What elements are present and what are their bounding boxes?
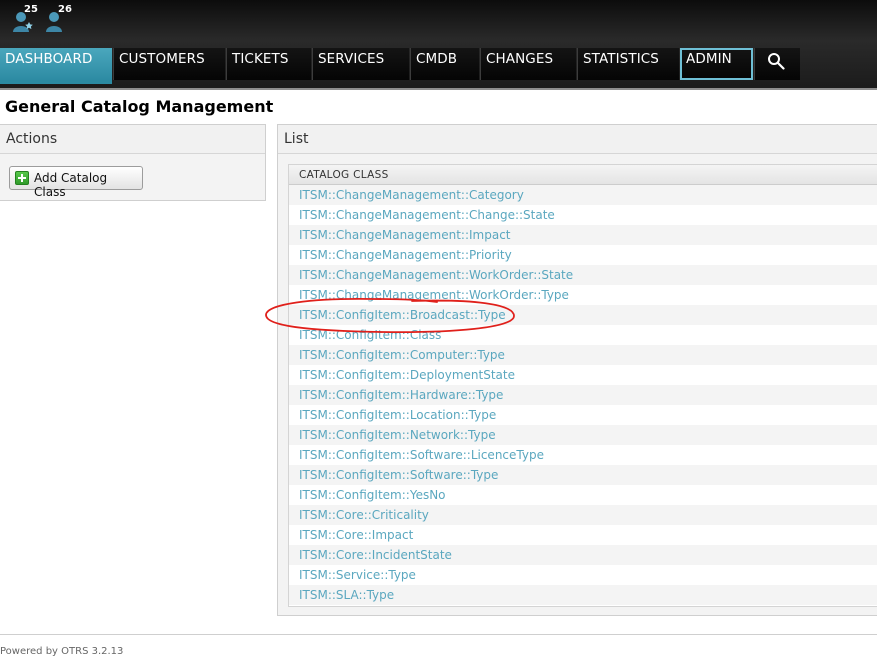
nav-services-label: SERVICES [318, 51, 385, 67]
table-row[interactable]: ITSM::ConfigItem::Location::Type [289, 405, 877, 425]
users-online-badge[interactable]: 25 [12, 4, 38, 36]
table-row[interactable]: ITSM::ConfigItem::Software::Type [289, 465, 877, 485]
nav-services[interactable]: SERVICES [312, 48, 409, 80]
catalog-class-table: CATALOG CLASS ITSM::ChangeManagement::Ca… [288, 164, 877, 607]
plus-icon [15, 171, 29, 185]
nav-admin[interactable]: ADMIN [680, 48, 753, 80]
search-icon [768, 53, 785, 70]
table-row[interactable]: ITSM::ConfigItem::Hardware::Type [289, 385, 877, 405]
table-row[interactable]: ITSM::ConfigItem::Broadcast::Type [289, 305, 877, 325]
page-title: General Catalog Management [5, 97, 274, 116]
table-row[interactable]: ITSM::ChangeManagement::Impact [289, 225, 877, 245]
table-row[interactable]: ITSM::ConfigItem::YesNo [289, 485, 877, 505]
table-row[interactable]: ITSM::ChangeManagement::Change::State [289, 205, 877, 225]
top-header: 25 26 DASHBOARD CUSTOMERS TICKETS SERVIC… [0, 0, 877, 90]
actions-panel: Actions Add Catalog Class [0, 124, 266, 201]
nav-cmdb[interactable]: CMDB [410, 48, 479, 80]
customers-online-badge[interactable]: 26 [46, 4, 72, 36]
nav-search[interactable] [754, 48, 800, 80]
footer-divider [0, 634, 877, 635]
nav-admin-label: ADMIN [686, 51, 732, 67]
nav-changes-label: CHANGES [486, 51, 554, 67]
nav-customers-label: CUSTOMERS [119, 51, 205, 67]
actions-heading: Actions [0, 125, 265, 154]
table-row[interactable]: ITSM::Core::Impact [289, 525, 877, 545]
table-row[interactable]: ITSM::Core::IncidentState [289, 545, 877, 565]
nav-dashboard-label: DASHBOARD [5, 51, 93, 67]
catalog-class-rows: ITSM::ChangeManagement::Category ITSM::Ch… [289, 185, 877, 605]
table-row[interactable]: ITSM::Service::Type [289, 565, 877, 585]
footer-powered-by: Powered by OTRS 3.2.13 [0, 646, 124, 657]
table-row[interactable]: ITSM::ConfigItem::DeploymentState [289, 365, 877, 385]
table-row[interactable]: ITSM::Core::Criticality [289, 505, 877, 525]
table-row[interactable]: ITSM::SLA::Type [289, 585, 877, 605]
add-catalog-class-button[interactable]: Add Catalog Class [9, 166, 143, 199]
list-panel: List CATALOG CLASS ITSM::ChangeManagemen… [277, 124, 877, 616]
nav-statistics[interactable]: STATISTICS [577, 48, 679, 80]
user-icon [46, 12, 62, 32]
nav-tickets[interactable]: TICKETS [226, 48, 311, 80]
nav-changes[interactable]: CHANGES [480, 48, 576, 80]
table-row[interactable]: ITSM::ChangeManagement::WorkOrder::Type [289, 285, 877, 305]
nav-customers[interactable]: CUSTOMERS [113, 48, 225, 80]
list-heading: List [278, 125, 877, 154]
table-row[interactable]: ITSM::ConfigItem::Class [289, 325, 877, 345]
table-row[interactable]: ITSM::ChangeManagement::WorkOrder::State [289, 265, 877, 285]
nav-dashboard[interactable]: DASHBOARD [0, 48, 112, 84]
table-row[interactable]: ITSM::ConfigItem::Software::LicenceType [289, 445, 877, 465]
table-row[interactable]: ITSM::ChangeManagement::Category [289, 185, 877, 205]
user-star-icon [13, 12, 33, 32]
table-row[interactable]: ITSM::ChangeManagement::Priority [289, 245, 877, 265]
table-row[interactable]: ITSM::ConfigItem::Computer::Type [289, 345, 877, 365]
column-header-catalog-class[interactable]: CATALOG CLASS [289, 165, 877, 185]
nav-cmdb-label: CMDB [416, 51, 458, 67]
table-row[interactable]: ITSM::ConfigItem::Network::Type [289, 425, 877, 445]
add-catalog-class-label: Add Catalog Class [34, 171, 108, 199]
header-divider [0, 88, 877, 90]
nav-tickets-label: TICKETS [232, 51, 289, 67]
nav-statistics-label: STATISTICS [583, 51, 659, 67]
